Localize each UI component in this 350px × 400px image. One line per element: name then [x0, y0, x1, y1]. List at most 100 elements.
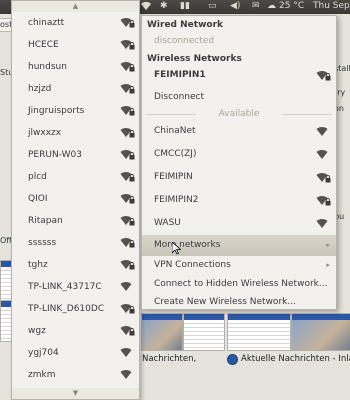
network-ssid: FEIMIPIN2: [154, 195, 199, 205]
wifi-icon: [120, 368, 135, 383]
wifi-secure-icon: [120, 148, 135, 163]
network-item[interactable]: Ritapan: [12, 210, 139, 232]
network-item[interactable]: TP-LINK_D610DC: [12, 298, 139, 320]
page-thumbnail[interactable]: [183, 313, 225, 351]
network-item[interactable]: HCECE: [12, 34, 139, 56]
network-ssid: CMCC(ZJ): [154, 149, 197, 159]
network-list: chinaztt HCECE hundsun hzjzd Jingruisports jl…: [12, 12, 139, 386]
more-networks-submenu: ▲ chinaztt HCECE hundsun hzjzd Jingruisports…: [11, 0, 140, 400]
create-new-network-item[interactable]: Create New Wireless Network...: [142, 292, 336, 311]
mouse-cursor-icon: [171, 241, 182, 258]
network-item[interactable]: chinaztt: [12, 12, 139, 34]
page-thumbnail[interactable]: [227, 313, 291, 351]
network-item[interactable]: ygj704: [12, 342, 139, 364]
network-indicator-icon[interactable]: [140, 1, 152, 14]
network-item[interactable]: QIOI: [12, 188, 139, 210]
network-item[interactable]: hundsun: [12, 56, 139, 78]
disconnect-item[interactable]: Disconnect: [142, 87, 336, 108]
submenu-arrow-icon: ▸: [326, 241, 330, 249]
more-networks-label: More networks: [154, 240, 221, 250]
submenu-arrow-icon: ▸: [326, 261, 330, 269]
cloud-icon: ☁: [267, 1, 276, 11]
network-ssid: ssssss: [28, 238, 57, 248]
keyboard-icon[interactable]: ▭: [208, 1, 217, 11]
network-item[interactable]: jlwxxzx: [12, 122, 139, 144]
network-ssid: HCECE: [28, 40, 59, 50]
network-ssid: wgz: [28, 326, 46, 336]
wifi-secure-icon: [120, 192, 135, 207]
wifi-icon: [120, 346, 135, 361]
bottom-link-left[interactable]: Nachrichten,: [142, 352, 196, 366]
network-ssid: FEIMIPIN: [154, 172, 193, 182]
network-item[interactable]: zmkm: [12, 364, 139, 386]
wifi-secure-icon: [120, 16, 135, 31]
network-ssid: Ritapan: [28, 216, 63, 226]
wired-status: disconnected: [154, 36, 215, 46]
network-ssid: PERUN-W03: [28, 150, 82, 160]
wireless-networks-header: Wireless Networks: [147, 54, 242, 64]
network-ssid: ChinaNet: [154, 126, 196, 136]
wifi-secure-icon: [120, 170, 135, 185]
scroll-up-arrow[interactable]: ▲: [12, 1, 139, 12]
wifi-icon: [316, 125, 331, 140]
scroll-down-arrow[interactable]: ▼: [12, 388, 139, 399]
wifi-secure-icon: [120, 214, 135, 229]
available-network-item[interactable]: FEIMIPIN: [142, 167, 336, 188]
network-ssid: chinaztt: [28, 18, 65, 28]
wifi-secure-icon: [120, 324, 135, 339]
wifi-secure-icon: [316, 69, 331, 84]
network-ssid: ygj704: [28, 348, 59, 358]
connect-hidden-label: Connect to Hidden Wireless Network...: [154, 279, 328, 289]
globe-icon: [227, 353, 238, 365]
network-ssid: jlwxxzx: [28, 128, 62, 138]
temperature[interactable]: 25 °C: [279, 1, 304, 11]
available-network-item[interactable]: CMCC(ZJ): [142, 144, 336, 165]
network-ssid: QIOI: [28, 194, 48, 204]
available-network-item[interactable]: ChinaNet: [142, 121, 336, 142]
wifi-secure-icon: [120, 60, 135, 75]
wifi-secure-icon: [120, 302, 135, 317]
network-item[interactable]: ssssss: [12, 232, 139, 254]
bottom-link-right[interactable]: Aktuelle Nachrichten - Inland: [227, 352, 350, 366]
network-item[interactable]: tghz: [12, 254, 139, 276]
connected-network-item[interactable]: FEIMIPIN1: [142, 65, 336, 86]
disconnect-label: Disconnect: [154, 92, 204, 102]
network-ssid: tghz: [28, 260, 48, 270]
available-network-item[interactable]: WASU: [142, 213, 336, 234]
speaker-icon[interactable]: ◀): [230, 1, 240, 11]
wifi-secure-icon: [316, 171, 331, 186]
page-thumbnail[interactable]: [141, 313, 183, 351]
network-item[interactable]: TP-LINK_43717C: [12, 276, 139, 298]
network-ssid: zmkm: [28, 370, 56, 380]
separator: [146, 114, 196, 115]
network-ssid: hundsun: [28, 62, 67, 72]
network-item[interactable]: Jingruisports: [12, 100, 139, 122]
network-ssid: WASU: [154, 218, 181, 228]
clock[interactable]: Thu Sep: [313, 1, 350, 11]
network-item[interactable]: hzjzd: [12, 78, 139, 100]
page-thumbnail[interactable]: [291, 313, 350, 351]
available-network-item[interactable]: FEIMIPIN2: [142, 190, 336, 211]
wifi-secure-icon: [316, 194, 331, 209]
wifi-secure-icon: [120, 82, 135, 97]
wifi-secure-icon: [120, 104, 135, 119]
envelope-icon[interactable]: ✉: [252, 1, 260, 11]
vpn-connections-item[interactable]: VPN Connections ▸: [142, 255, 336, 276]
network-menu: Wired Network disconnected Wireless Netw…: [141, 15, 337, 310]
battery-icon[interactable]: ▮▮: [180, 1, 190, 11]
network-ssid: Jingruisports: [28, 106, 85, 116]
network-ssid: hzjzd: [28, 84, 52, 94]
network-item[interactable]: plcd: [12, 166, 139, 188]
network-ssid: TP-LINK_D610DC: [28, 304, 105, 314]
network-item[interactable]: wgz: [12, 320, 139, 342]
network-item[interactable]: PERUN-W03: [12, 144, 139, 166]
wired-network-header: Wired Network: [147, 20, 223, 30]
network-ssid: TP-LINK_43717C: [28, 282, 102, 292]
bluetooth-icon[interactable]: ✱: [160, 1, 168, 11]
separator: [282, 114, 332, 115]
wifi-secure-icon: [120, 38, 135, 53]
create-new-label: Create New Wireless Network...: [154, 297, 296, 307]
wifi-secure-icon: [120, 126, 135, 141]
wifi-icon: [120, 280, 135, 295]
network-ssid: plcd: [28, 172, 47, 182]
